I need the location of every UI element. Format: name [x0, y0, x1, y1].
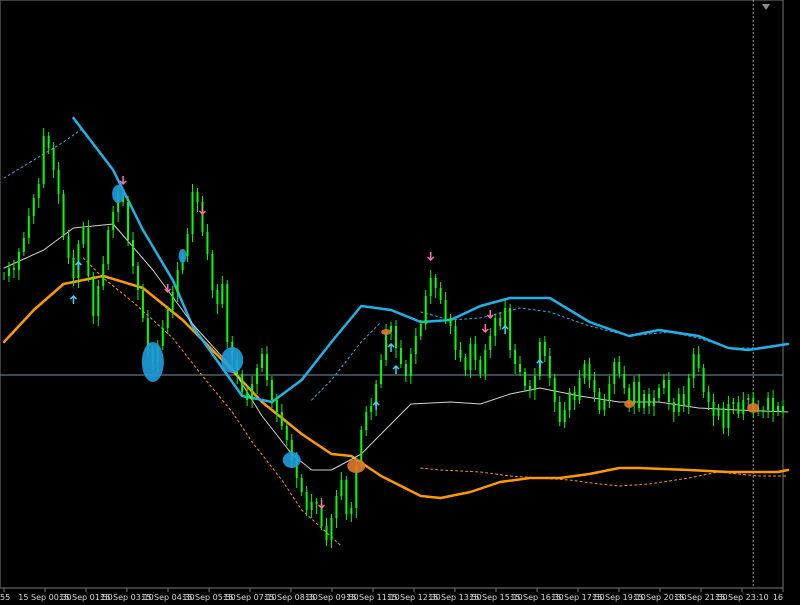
chart-root: 55 15 Sep 00:30 15 Sep 01:50 15 Sep 03:10 15…: [0, 0, 800, 605]
x-tick-label: 16: [773, 593, 783, 602]
highlight-ellipse-6: [381, 329, 392, 335]
highlight-ellipse-7: [624, 400, 635, 408]
highlight-ellipse-4: [282, 452, 301, 468]
chart-svg: 55 15 Sep 00:3015 Sep 01:5015 Sep 03:1015…: [0, 0, 800, 605]
x-tick-label: 55: [0, 593, 10, 602]
highlight-ellipse-3: [221, 347, 244, 373]
x-tick-label: 15 Sep 23:10: [715, 593, 768, 602]
highlight-ellipse-0: [112, 185, 125, 203]
highlight-ellipse-2: [178, 249, 187, 263]
chart-background: [0, 0, 800, 605]
x-labels: 55 15 Sep 00:3015 Sep 01:5015 Sep 03:1015…: [0, 593, 783, 602]
highlight-ellipse-1: [141, 342, 164, 382]
highlight-ellipse-8: [747, 403, 760, 413]
highlight-ellipse-5: [347, 459, 366, 473]
